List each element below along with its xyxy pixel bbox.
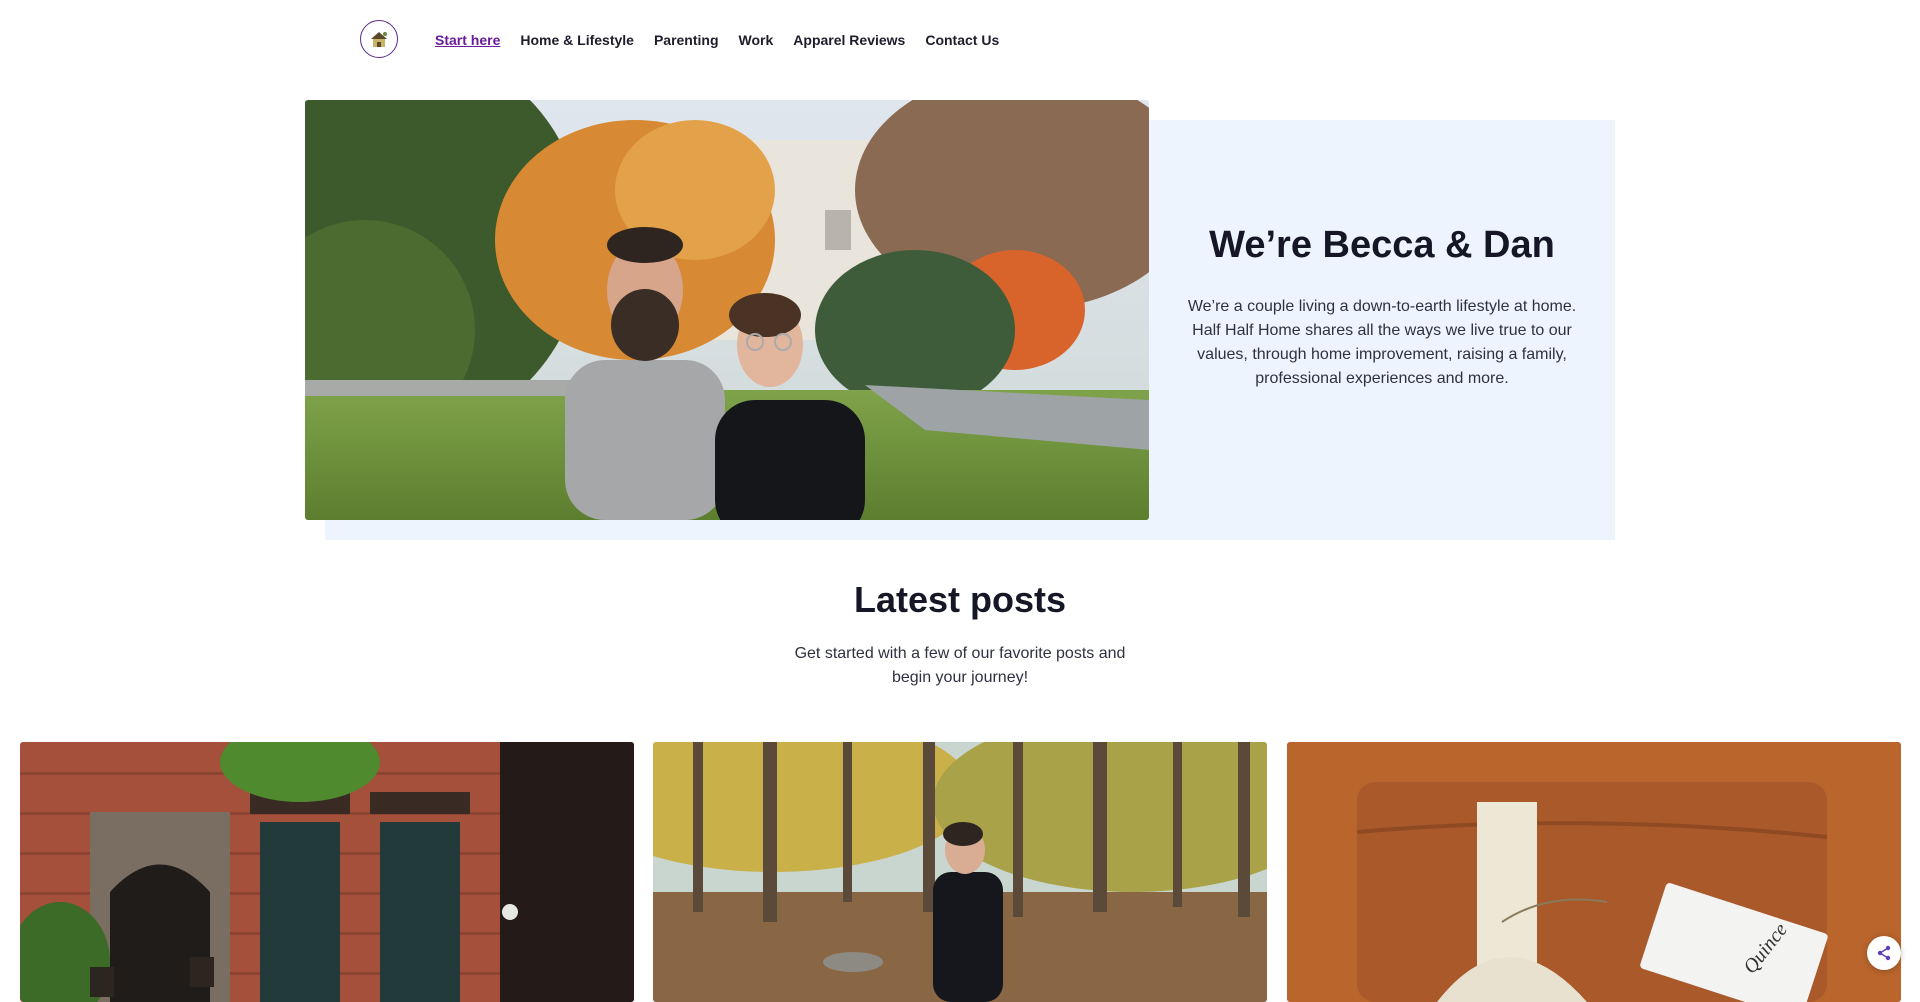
nav-parenting[interactable]: Parenting: [654, 29, 719, 51]
brick-brownstone-photo: [20, 742, 634, 1002]
latest-posts-section: Latest posts Get started with a few of o…: [0, 570, 1920, 690]
hero-description: We’re a couple living a down-to-earth li…: [1187, 298, 1577, 387]
nav-home-lifestyle[interactable]: Home & Lifestyle: [520, 29, 634, 51]
nav-apparel-reviews[interactable]: Apparel Reviews: [793, 29, 905, 51]
post-card-linen[interactable]: Quince: [1287, 742, 1901, 1002]
share-icon: [1877, 945, 1891, 961]
post-card-brownstone[interactable]: [20, 742, 634, 1002]
site-logo[interactable]: [360, 20, 398, 58]
latest-posts-title: Latest posts: [853, 579, 1067, 620]
hero-title: We’re Becca & Dan: [1209, 224, 1555, 266]
main-nav: Start here Home & Lifestyle Parenting Wo…: [435, 29, 999, 51]
autumn-forest-photo: [653, 742, 1267, 1002]
nav-start-here[interactable]: Start here: [435, 29, 500, 51]
nav-work[interactable]: Work: [739, 29, 774, 51]
house-logo-icon: [371, 32, 387, 47]
site-header: Start here Home & Lifestyle Parenting Wo…: [0, 0, 1920, 80]
latest-posts-subtitle: Get started with a few of our favorite p…: [794, 645, 1126, 686]
nav-contact-us[interactable]: Contact Us: [925, 29, 999, 51]
share-button[interactable]: [1867, 936, 1901, 970]
folded-linen-photo: Quince: [1287, 742, 1901, 1002]
post-card-forest[interactable]: [653, 742, 1267, 1002]
hero-photo: [305, 100, 1149, 520]
hero-text: We’re Becca & Dan We’re a couple living …: [1175, 215, 1589, 391]
